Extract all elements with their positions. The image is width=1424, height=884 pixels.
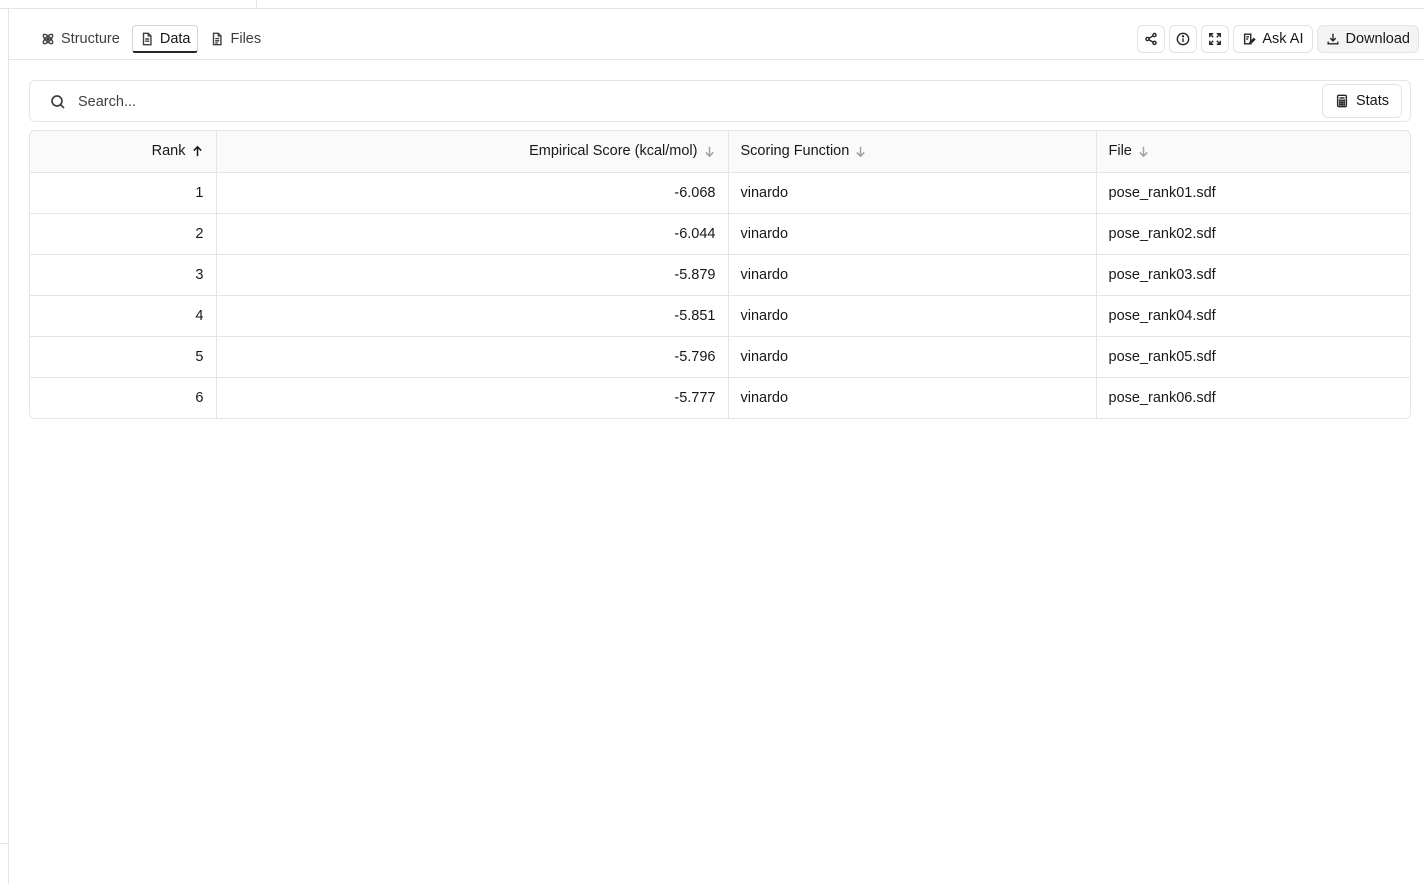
tab-data-label: Data <box>159 30 191 47</box>
share-button[interactable] <box>1137 25 1166 53</box>
sort-ascending-icon <box>191 145 204 158</box>
search-icon <box>50 94 66 110</box>
ai-edit-icon <box>1244 33 1257 45</box>
results-table: Rank Empirical Score (kcal/mol) Scoring … <box>29 130 1411 419</box>
data-panel: Structure Data Files Ask AI Download Sea… <box>9 9 1424 884</box>
cell-scoring-function: vinardo <box>727 254 1096 296</box>
cell-scoring-function: vinardo <box>727 213 1096 255</box>
cell-rank: 4 <box>30 295 216 337</box>
cell-rank: 5 <box>30 336 216 378</box>
info-icon <box>1177 32 1190 46</box>
toolbar-actions: Ask AI Download <box>1133 25 1419 53</box>
cell-rank: 1 <box>30 172 216 214</box>
ask-ai-button[interactable]: Ask AI <box>1233 25 1313 53</box>
download-button[interactable]: Download <box>1316 25 1419 53</box>
download-label: Download <box>1345 31 1411 47</box>
cell-file: pose_rank04.sdf <box>1095 295 1410 337</box>
table-row[interactable]: 1 -6.068 vinardo pose_rank01.sdf <box>30 172 1410 214</box>
document-icon <box>142 32 152 45</box>
cell-scoring-function: vinardo <box>727 295 1096 337</box>
top-divider <box>256 0 257 9</box>
file-icon <box>213 32 223 46</box>
cell-scoring-function: vinardo <box>727 336 1096 378</box>
stats-button[interactable]: Stats <box>1321 84 1402 118</box>
cell-empirical-score: -6.044 <box>215 213 728 255</box>
tab-files-label: Files <box>230 31 262 47</box>
ask-ai-label: Ask AI <box>1262 31 1304 47</box>
download-icon <box>1326 33 1339 45</box>
cell-rank: 2 <box>30 213 216 255</box>
tab-structure-label: Structure <box>61 31 120 47</box>
sort-descending-icon <box>1137 145 1150 158</box>
table-row[interactable]: 3 -5.879 vinardo pose_rank03.sdf <box>30 254 1410 296</box>
share-icon <box>1145 32 1158 46</box>
expand-icon <box>1209 33 1222 45</box>
atom-icon <box>42 33 54 45</box>
table-row[interactable]: 4 -5.851 vinardo pose_rank04.sdf <box>30 295 1410 337</box>
cell-empirical-score: -5.796 <box>215 336 728 378</box>
stats-label: Stats <box>1355 93 1389 109</box>
view-tabs: Structure Data Files <box>33 25 273 53</box>
table-row[interactable]: 5 -5.796 vinardo pose_rank05.sdf <box>30 336 1410 378</box>
cell-scoring-function: vinardo <box>727 377 1096 418</box>
sort-descending-icon <box>854 145 867 158</box>
table-header-row: Rank Empirical Score (kcal/mol) Scoring … <box>30 131 1410 173</box>
cell-file: pose_rank05.sdf <box>1095 336 1410 378</box>
search-bar: Stats <box>29 80 1411 122</box>
cell-file: pose_rank03.sdf <box>1095 254 1410 296</box>
cell-rank: 6 <box>195 389 204 406</box>
column-header-empirical-score[interactable]: Empirical Score (kcal/mol) <box>215 131 728 173</box>
left-rail-divider <box>0 843 9 844</box>
cell-rank: 3 <box>30 254 216 296</box>
search-input[interactable] <box>78 91 1308 113</box>
fullscreen-button[interactable] <box>1201 25 1230 53</box>
tab-structure[interactable]: Structure <box>33 25 128 53</box>
cell-scoring-function: vinardo <box>727 172 1096 214</box>
toolbar: Structure Data Files Ask AI Download <box>9 9 1424 60</box>
info-button[interactable] <box>1169 25 1198 53</box>
cell-file: pose_rank02.sdf <box>1095 213 1410 255</box>
left-rail <box>0 9 9 884</box>
cell-file: pose_rank06.sdf <box>1095 377 1410 418</box>
table-row[interactable]: 6 -5.777 vinardo pose_rank06.sdf <box>30 377 1410 418</box>
column-header-file[interactable]: File <box>1095 131 1410 173</box>
table-row[interactable]: 2 -6.044 vinardo pose_rank02.sdf <box>30 213 1410 255</box>
cell-empirical-score: -5.879 <box>215 254 728 296</box>
cell-empirical-score: -6.068 <box>215 172 728 214</box>
app-window: Structure Data Files Ask AI Download Sea… <box>0 0 1424 884</box>
tab-data[interactable]: Data <box>131 25 199 53</box>
tab-files[interactable]: Files <box>202 25 269 53</box>
cell-file: pose_rank01.sdf <box>1095 172 1410 214</box>
cell-empirical-score: -5.851 <box>215 295 728 337</box>
calculator-icon <box>1336 94 1348 108</box>
cell-empirical-score: -5.777 <box>215 377 728 418</box>
sort-descending-icon <box>703 145 716 158</box>
column-header-scoring-function[interactable]: Scoring Function <box>727 131 1096 173</box>
top-strip <box>0 0 1424 9</box>
column-header-rank[interactable]: Rank <box>30 131 216 173</box>
